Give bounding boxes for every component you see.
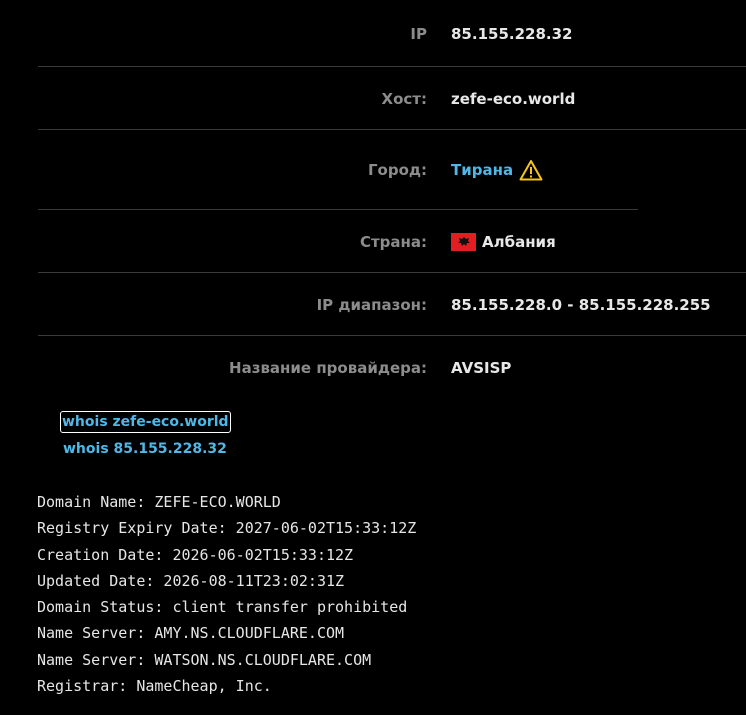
whois-output: Domain Name: ZEFE-ECO.WORLD Registry Exp… [37, 489, 416, 699]
country-value: Албания [451, 232, 556, 251]
host-label: Хост: [381, 89, 427, 108]
whois-links: whois zefe-eco.world whois 85.155.228.32 [60, 411, 231, 460]
whois-ip-link[interactable]: whois 85.155.228.32 [61, 438, 231, 460]
whois-line: Name Server: AMY.NS.CLOUDFLARE.COM [37, 624, 345, 643]
whois-line: Updated Date: 2026-08-11T23:02:31Z [37, 571, 345, 590]
albania-flag-icon [451, 232, 476, 251]
ip-info-table: IP 85.155.228.32 Хост: zefe-eco.world Го… [38, 0, 746, 400]
country-label: Страна: [359, 232, 427, 251]
provider-label: Название провайдера: [229, 359, 427, 377]
city-link[interactable]: Тирана [451, 161, 513, 179]
whois-line: Registrar: NameCheap, Inc. [37, 677, 272, 696]
whois-line: Creation Date: 2026-06-02T15:33:12Z [37, 545, 354, 564]
country-name: Албания [482, 232, 556, 251]
city-row: Город: Тирана [38, 130, 746, 210]
ip-range-label: IP диапазон: [316, 295, 427, 314]
city-value[interactable]: Тирана [451, 159, 543, 181]
warning-triangle-icon [519, 159, 543, 181]
host-row: Хост: zefe-eco.world [38, 67, 746, 130]
ip-range-row: IP диапазон: 85.155.228.0 - 85.155.228.2… [38, 273, 746, 336]
whois-domain-link[interactable]: whois zefe-eco.world [60, 411, 231, 433]
ip-value: 85.155.228.32 [451, 24, 573, 43]
provider-value: AVSISP [451, 359, 512, 377]
host-value: zefe-eco.world [451, 89, 576, 108]
ip-label: IP [410, 24, 427, 43]
provider-row: Название провайдера: AVSISP [38, 336, 746, 400]
whois-line: Name Server: WATSON.NS.CLOUDFLARE.COM [37, 650, 372, 669]
whois-line: Domain Name: ZEFE-ECO.WORLD [37, 493, 281, 511]
country-row: Страна: Албания [38, 210, 746, 273]
whois-line: Domain Status: client transfer prohibite… [37, 598, 408, 617]
ip-row: IP 85.155.228.32 [38, 0, 746, 67]
city-label: Город: [367, 161, 427, 179]
whois-line: Registry Expiry Date: 2027-06-02T15:33:1… [37, 519, 417, 538]
ip-range-value: 85.155.228.0 - 85.155.228.255 [451, 295, 711, 314]
